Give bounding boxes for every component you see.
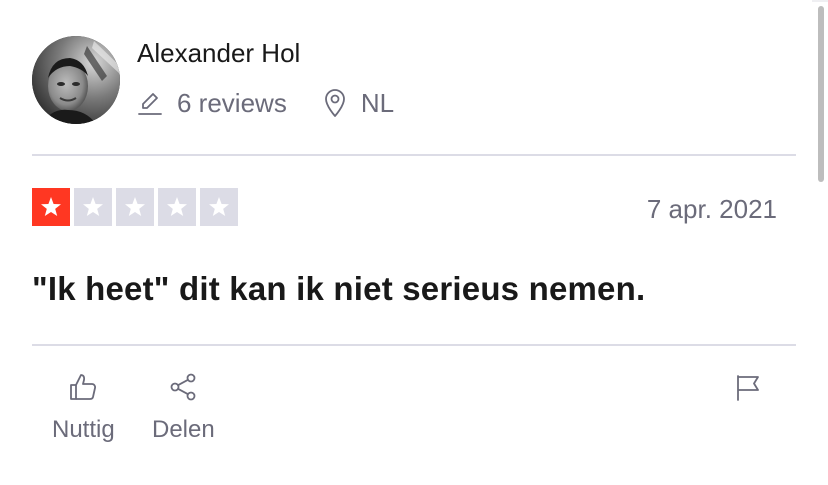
reviewer-name[interactable]: Alexander Hol xyxy=(137,38,300,69)
useful-label: Nuttig xyxy=(52,416,115,443)
star-empty-icon xyxy=(158,188,196,226)
footer-divider xyxy=(32,344,796,346)
review-date: 7 apr. 2021 xyxy=(646,194,777,224)
reviews-count-label: 6 reviews xyxy=(177,87,287,118)
review-title[interactable]: "Ik heet" dit kan ik niet serieus nemen. xyxy=(32,270,645,308)
location-pin-icon xyxy=(324,89,345,117)
avatar[interactable] xyxy=(32,36,120,124)
reviewer-location: NL xyxy=(323,88,394,119)
avatar-image xyxy=(32,36,120,124)
star-filled-icon xyxy=(32,188,70,226)
country-label: NL xyxy=(360,87,395,118)
thumbs-up-icon xyxy=(70,374,97,400)
header-divider xyxy=(32,154,796,156)
star-empty-icon xyxy=(200,188,238,226)
star-empty-icon xyxy=(74,188,112,226)
star-rating xyxy=(32,188,242,226)
flag-icon xyxy=(737,375,759,401)
share-label: Delen xyxy=(152,416,215,443)
scrollbar[interactable] xyxy=(818,6,824,182)
review-card: Alexander Hol 6 reviews NL 7 apr. 2021 "… xyxy=(0,0,812,485)
useful-button[interactable]: Nuttig xyxy=(52,372,115,444)
share-icon xyxy=(170,373,196,401)
share-button[interactable]: Delen xyxy=(152,372,215,444)
pencil-icon xyxy=(138,93,162,115)
reviews-count: 6 reviews xyxy=(137,88,287,119)
reviewer-meta: 6 reviews NL xyxy=(137,85,394,121)
report-button[interactable] xyxy=(735,374,761,407)
star-empty-icon xyxy=(116,188,154,226)
